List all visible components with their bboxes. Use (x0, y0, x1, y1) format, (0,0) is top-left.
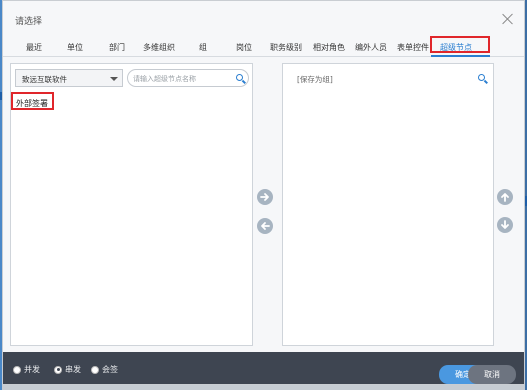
arrow-up-icon[interactable] (497, 189, 513, 205)
radio-label: 并发 (24, 365, 40, 374)
radio-label: 串发 (65, 365, 81, 374)
selected-panel: [保存为组] (282, 63, 494, 346)
search-icon[interactable] (236, 74, 246, 84)
radio-label: 会签 (102, 365, 118, 374)
tree-item-external-signing[interactable]: 外部签署 (11, 92, 54, 110)
tab-relative-role[interactable]: 相对角色 (313, 42, 345, 53)
cancel-button[interactable]: 取消 (468, 365, 516, 384)
tab-unit[interactable]: 单位 (67, 42, 83, 53)
chevron-down-icon (110, 77, 118, 81)
arrow-right-icon[interactable] (257, 189, 273, 205)
background-window-scrollbar (2, 385, 525, 390)
arrow-left-icon[interactable] (257, 218, 273, 234)
radio-countersign[interactable]: 会签 (91, 364, 118, 375)
org-select-value: 致远互联软件 (22, 75, 67, 84)
candidate-panel: 致远互联软件 外部签署 (10, 63, 253, 346)
radio-button[interactable] (13, 365, 21, 374)
tab-form-control[interactable]: 表单控件 (397, 42, 429, 53)
select-dialog: 请选择 最近 单位 部门 多维组织 组 岗位 职务级别 相对角色 编外人员 表单… (2, 0, 525, 385)
close-icon[interactable] (500, 11, 516, 27)
radio-button[interactable] (91, 365, 99, 374)
tab-multi-dimensional-org[interactable]: 多维组织 (143, 42, 175, 53)
dialog-title: 请选择 (15, 17, 43, 27)
search-box (127, 69, 249, 87)
tab-external-staff[interactable]: 编外人员 (355, 42, 387, 53)
tab-recent[interactable]: 最近 (26, 42, 42, 53)
save-as-group-link[interactable]: [保存为组] (297, 74, 333, 85)
tab-bar: 最近 单位 部门 多维组织 组 岗位 职务级别 相对角色 编外人员 表单控件 超… (3, 36, 524, 57)
org-select[interactable]: 致远互联软件 (15, 69, 123, 87)
tab-post[interactable]: 岗位 (236, 42, 252, 53)
search-input[interactable] (133, 73, 229, 85)
active-tab-underline (431, 55, 490, 57)
radio-button[interactable] (54, 365, 62, 374)
search-icon[interactable] (478, 74, 488, 84)
arrow-down-icon[interactable] (497, 217, 513, 233)
radio-serial[interactable]: 串发 (54, 364, 81, 375)
radio-concurrent[interactable]: 并发 (13, 364, 40, 375)
tab-job-level[interactable]: 职务级别 (270, 42, 302, 53)
tab-super-node[interactable]: 超级节点 (440, 42, 472, 53)
tab-group[interactable]: 组 (199, 42, 207, 53)
tab-department[interactable]: 部门 (109, 42, 125, 53)
dialog-footer: 并发 串发 会签 确定 取消 (3, 352, 524, 384)
